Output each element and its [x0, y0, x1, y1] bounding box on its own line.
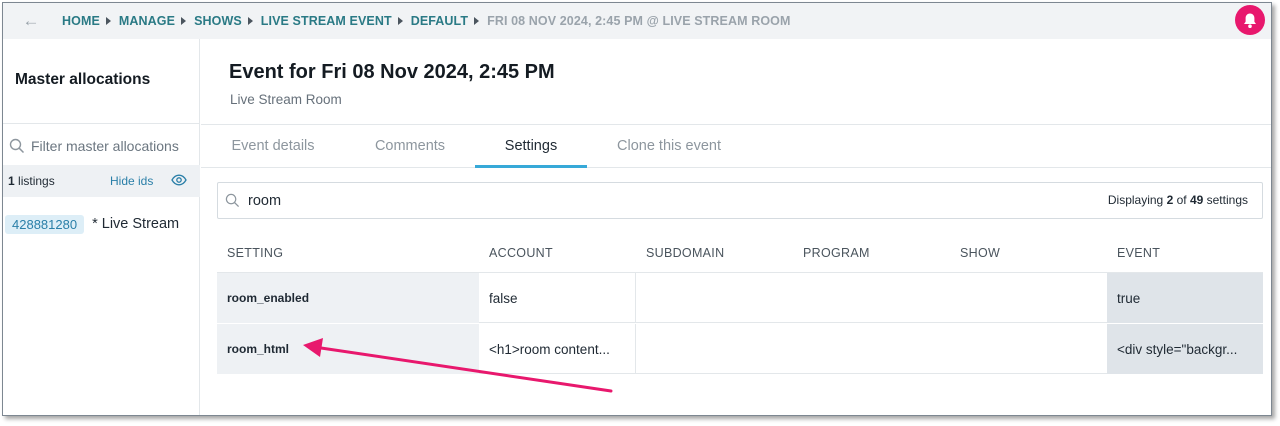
event-value[interactable]: true: [1107, 273, 1263, 323]
setting-key: room_enabled: [217, 273, 479, 323]
filter-master-allocations-input[interactable]: [31, 138, 181, 154]
tab-comments[interactable]: Comments: [355, 125, 465, 168]
tab-clone-this-event[interactable]: Clone this event: [597, 125, 741, 168]
displaying-suffix: settings: [1203, 193, 1248, 207]
breadcrumb-manage[interactable]: MANAGE: [119, 14, 175, 28]
sidebar-filter: [9, 135, 197, 157]
search-icon: [9, 138, 25, 154]
breadcrumb-home[interactable]: HOME: [62, 14, 100, 28]
column-header-program: PROGRAM: [803, 246, 870, 260]
listings-count: 1 listings: [8, 174, 55, 188]
column-header-event: EVENT: [1117, 246, 1161, 260]
breadcrumb-shows[interactable]: SHOWS: [194, 14, 242, 28]
tab-settings[interactable]: Settings: [475, 125, 587, 168]
breadcrumb-live-stream-event[interactable]: LIVE STREAM EVENT: [261, 14, 392, 28]
chevron-right-icon: [247, 17, 253, 25]
show-value[interactable]: [950, 324, 1107, 374]
search-icon: [225, 193, 240, 208]
divider: [3, 123, 200, 124]
account-value[interactable]: false: [479, 273, 636, 323]
show-value[interactable]: [950, 273, 1107, 323]
setting-key: room_html: [217, 324, 479, 374]
table-header: SETTING ACCOUNT SUBDOMAIN PROGRAM SHOW E…: [217, 234, 1263, 272]
account-value[interactable]: <h1>room content...: [479, 324, 636, 374]
breadcrumb-default[interactable]: DEFAULT: [411, 14, 468, 28]
results-count: Displaying 2 of 49 settings: [1108, 193, 1248, 207]
program-value[interactable]: [793, 273, 950, 323]
breadcrumb-current: FRI 08 NOV 2024, 2:45 PM @ LIVE STREAM R…: [487, 14, 791, 28]
allocation-name: * Live Stream: [92, 216, 180, 232]
tab-bar: Event details Comments Settings Clone th…: [201, 125, 1271, 168]
listings-label: listings: [14, 174, 55, 188]
column-header-subdomain: SUBDOMAIN: [646, 246, 725, 260]
settings-search-input[interactable]: [248, 192, 848, 209]
listings-bar: 1 listings Hide ids: [3, 165, 200, 197]
listings-count-number: 1: [8, 174, 15, 188]
program-value[interactable]: [793, 324, 950, 374]
column-header-account: ACCOUNT: [489, 246, 553, 260]
table-row: room_html <h1>room content... <div style…: [217, 324, 1263, 374]
column-header-show: SHOW: [960, 246, 1001, 260]
table-row: room_enabled false true: [217, 273, 1263, 323]
subdomain-value[interactable]: [636, 324, 793, 374]
settings-search: Displaying 2 of 49 settings: [217, 182, 1263, 219]
sidebar-title: Master allocations: [15, 71, 151, 88]
notifications-button[interactable]: [1235, 5, 1265, 35]
chevron-right-icon: [474, 17, 480, 25]
displaying-total: 49: [1189, 193, 1204, 207]
displaying-of: of: [1173, 193, 1190, 207]
chevron-right-icon: [181, 17, 187, 25]
bell-icon: [1244, 13, 1256, 28]
sidebar: Master allocations 1 listings Hide ids 4…: [3, 39, 200, 415]
tab-event-details[interactable]: Event details: [217, 125, 329, 168]
hide-ids-link[interactable]: Hide ids: [110, 174, 153, 188]
breadcrumb-bar: ← HOME MANAGE SHOWS LIVE STREAM EVENT DE…: [3, 3, 1271, 39]
page-subtitle: Live Stream Room: [230, 92, 342, 107]
eye-icon[interactable]: [171, 173, 187, 187]
app-window: ← HOME MANAGE SHOWS LIVE STREAM EVENT DE…: [2, 2, 1272, 416]
breadcrumb: HOME MANAGE SHOWS LIVE STREAM EVENT DEFA…: [62, 3, 790, 39]
chevron-right-icon: [397, 17, 403, 25]
subdomain-value[interactable]: [636, 273, 793, 323]
arrow-left-icon[interactable]: ←: [21, 11, 41, 31]
event-value[interactable]: <div style="backgr...: [1107, 324, 1263, 374]
allocation-id-badge: 428881280: [5, 214, 85, 234]
main-panel: Event for Fri 08 Nov 2024, 2:45 PM Live …: [201, 39, 1271, 415]
column-header-setting: SETTING: [227, 246, 284, 260]
list-item[interactable]: 428881280 * Live Stream: [5, 213, 179, 235]
page-title: Event for Fri 08 Nov 2024, 2:45 PM: [229, 61, 555, 83]
chevron-right-icon: [105, 17, 111, 25]
displaying-prefix: Displaying: [1107, 193, 1167, 207]
